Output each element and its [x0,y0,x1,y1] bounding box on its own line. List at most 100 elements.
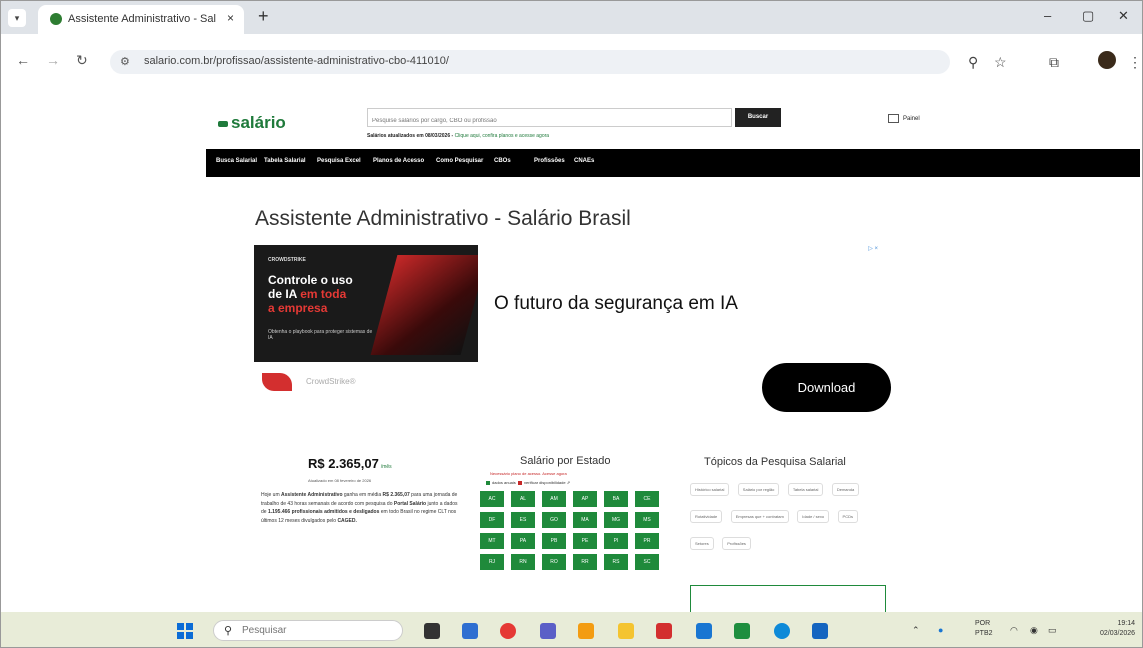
site-logo[interactable]: salário [218,113,286,133]
state-cell[interactable]: PB [542,533,566,549]
state-cell[interactable]: MG [604,512,628,528]
state-cell[interactable]: MS [635,512,659,528]
state-cell[interactable]: RJ [480,554,504,570]
state-cell[interactable]: AP [573,491,597,507]
topic-chip[interactable]: Tabela salarial [787,483,824,496]
panel-icon [888,114,899,123]
task-view-icon[interactable] [424,623,440,639]
taskbar-search-input[interactable] [240,624,394,637]
topic-chip[interactable]: PCDs [837,510,858,523]
volume-icon[interactable]: ◉ [1030,625,1038,636]
login-link[interactable]: Painel [888,114,920,123]
system-clock[interactable]: 19:14 02/03/2026 [1100,619,1135,639]
excel-icon[interactable] [734,623,750,639]
state-cell[interactable]: CE [635,491,659,507]
states-access-note[interactable]: Necessário plano de acesso. Acesse agora [490,471,567,476]
topic-chip[interactable]: Idade / sexo [797,510,830,523]
site-search-button[interactable]: Buscar [735,108,781,127]
maximize-button[interactable]: ▢ [1082,8,1094,24]
topic-chip[interactable]: Setores [690,537,714,550]
menu-item-cnaes[interactable]: CNAEs [574,158,594,164]
close-window-button[interactable]: ✕ [1118,8,1129,24]
updated-link[interactable]: Clique aqui, confira planos e acesse ago… [455,133,550,139]
wifi-icon[interactable]: ◠ [1010,625,1018,636]
browser-tab[interactable]: Assistente Administrativo - Sal × [38,5,244,34]
tray-cloud-icon[interactable]: ● [938,625,943,635]
ad-advertiser[interactable]: CrowdStrike® [262,373,355,391]
topic-chip[interactable]: Empresas que + contratam [730,510,789,523]
state-cell[interactable]: BA [604,491,628,507]
state-cell[interactable]: AC [480,491,504,507]
edge-icon[interactable] [774,623,790,639]
tab-search-chevron-icon[interactable]: ▾ [8,9,26,27]
site-search-box[interactable] [367,108,736,129]
menu-item-pesquisa-excel[interactable]: Pesquisa Excel [317,158,361,164]
profile-avatar[interactable] [1098,51,1116,69]
state-cell[interactable]: GO [542,512,566,528]
teams-icon[interactable] [540,623,556,639]
state-cell[interactable]: RS [604,554,628,570]
forward-arrow-icon[interactable]: → [46,52,60,68]
back-arrow-icon[interactable]: ← [16,52,30,68]
windows-start-icon[interactable] [177,623,193,639]
menu-kebab-icon[interactable]: ⋮ [1128,54,1142,71]
ad-choices-icon[interactable]: ▷ × [868,245,878,252]
acrobat-icon[interactable] [656,623,672,639]
site-menu-bar: Busca Salarial Tabela Salarial Pesquisa … [206,149,1140,177]
ad-download-button[interactable]: Download [762,363,891,412]
new-tab-button[interactable]: + [258,6,269,27]
tray-chevron-icon[interactable]: ⌃ [912,625,920,636]
url-text[interactable]: salario.com.br/profissao/assistente-admi… [144,55,449,67]
minimize-button[interactable]: – [1044,8,1051,23]
site-search-input[interactable] [368,113,736,129]
state-cell[interactable]: PA [511,533,535,549]
menu-item-como-pesquisar[interactable]: Como Pesquisar [436,158,483,164]
ad-image[interactable]: CROWDSTRIKE Controle o uso de IA em toda… [254,245,478,362]
keyboard-language[interactable]: POR PTB2 [975,619,993,639]
desc-source: CAGED. [337,517,357,524]
menu-item-profissoes[interactable]: Profissões [534,158,565,164]
state-cell[interactable]: MT [480,533,504,549]
ad-headline[interactable]: O futuro da segurança em IA [494,293,738,315]
topic-chip[interactable]: Rotatividade [690,510,723,523]
state-cell[interactable]: AM [542,491,566,507]
state-cell[interactable]: RN [511,554,535,570]
state-cell[interactable]: AL [511,491,535,507]
menu-item-tabela-salarial[interactable]: Tabela Salarial [264,158,306,164]
site-info-icon[interactable]: ⚙ [120,55,130,68]
state-cell[interactable]: RR [573,554,597,570]
state-cell[interactable]: RO [542,554,566,570]
menu-item-cbos[interactable]: CBOs [494,158,511,164]
outlook-icon[interactable] [696,623,712,639]
state-cell[interactable]: ES [511,512,535,528]
topic-chip[interactable]: Salário por região [737,483,780,496]
widgets-icon[interactable] [462,623,478,639]
ad-small-text: Obtenha o playbook para proteger sistema… [268,329,373,341]
zoom-icon[interactable]: ⚲ [968,54,978,71]
state-cell[interactable]: PE [573,533,597,549]
bookmark-star-icon[interactable]: ☆ [994,54,1007,71]
word-icon[interactable] [812,623,828,639]
state-cell[interactable]: PR [635,533,659,549]
desc-part: ganha em média [342,492,383,498]
reload-icon[interactable]: ↻ [76,52,88,69]
menu-item-planos-de-acesso[interactable]: Planos de Acesso [373,158,424,164]
advertisement[interactable]: CROWDSTRIKE Controle o uso de IA em toda… [254,245,892,413]
app-icon[interactable] [578,623,594,639]
tab-close-icon[interactable]: × [227,11,234,25]
state-cell[interactable]: MA [573,512,597,528]
state-cell[interactable]: DF [480,512,504,528]
extensions-icon[interactable]: ⧉ [1049,54,1059,71]
state-cell[interactable]: SC [635,554,659,570]
omnibox[interactable]: ⚙ salario.com.br/profissao/assistente-ad… [110,50,950,74]
state-cell[interactable]: PI [604,533,628,549]
battery-icon[interactable]: ▭ [1048,625,1057,636]
topic-chip[interactable]: Demanda [831,483,860,496]
menu-item-busca-salarial[interactable]: Busca Salarial [216,158,257,164]
updated-notice: Salários atualizados em 08/03/2026 - Cli… [367,133,549,139]
taskbar-search[interactable]: ⚲ [213,620,403,641]
file-explorer-icon[interactable] [618,623,634,639]
topic-chip[interactable]: Profissões [722,537,751,550]
chrome-icon[interactable] [500,623,516,639]
topic-chip[interactable]: Histórico salarial [690,483,730,496]
